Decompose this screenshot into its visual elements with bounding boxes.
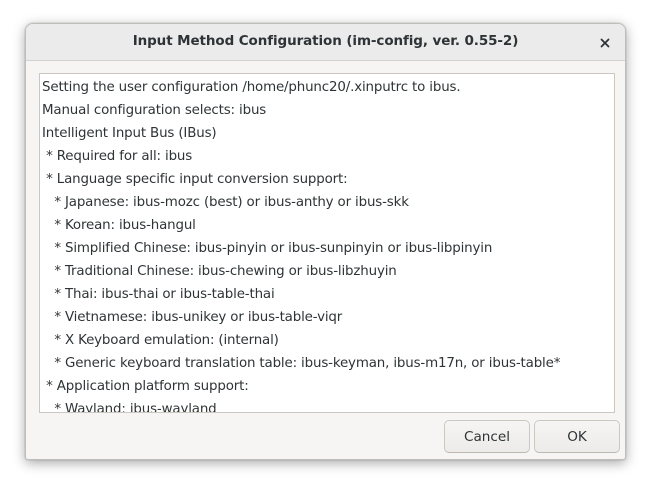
message-line: * X Keyboard emulation: (internal) [42, 333, 279, 348]
message-text-view[interactable]: Setting the user configuration /home/phu… [39, 73, 615, 413]
cancel-button[interactable]: Cancel [444, 420, 530, 453]
ok-button[interactable]: OK [534, 420, 620, 453]
message-line: * Generic keyboard translation table: ib… [42, 356, 561, 371]
message-line: * Traditional Chinese: ibus-chewing or i… [42, 264, 397, 279]
message-line: * Wayland: ibus-wayland [42, 402, 217, 413]
close-icon [600, 38, 610, 48]
desktop-background: Input Method Configuration (im-config, v… [0, 0, 652, 489]
dialog-title: Input Method Configuration (im-config, v… [132, 33, 519, 49]
message-line: * Application platform support: [42, 379, 249, 394]
message-lines: Setting the user configuration /home/phu… [42, 76, 610, 413]
message-line: * Korean: ibus-hangul [42, 218, 196, 233]
message-line: Intelligent Input Bus (IBus) [42, 126, 217, 141]
close-button[interactable] [594, 32, 616, 54]
message-line: Setting the user configuration /home/phu… [42, 80, 461, 95]
dialog-titlebar[interactable]: Input Method Configuration (im-config, v… [26, 24, 625, 61]
message-line: * Required for all: ibus [42, 149, 193, 164]
message-line: Manual configuration selects: ibus [42, 103, 267, 118]
message-line: * Vietnamese: ibus-unikey or ibus-table-… [42, 310, 343, 325]
message-line: * Thai: ibus-thai or ibus-table-thai [42, 287, 275, 302]
message-line: * Simplified Chinese: ibus-pinyin or ibu… [42, 241, 493, 256]
im-config-dialog: Input Method Configuration (im-config, v… [25, 23, 626, 460]
message-line: * Language specific input conversion sup… [42, 172, 348, 187]
message-line: * Japanese: ibus-mozc (best) or ibus-ant… [42, 195, 409, 210]
